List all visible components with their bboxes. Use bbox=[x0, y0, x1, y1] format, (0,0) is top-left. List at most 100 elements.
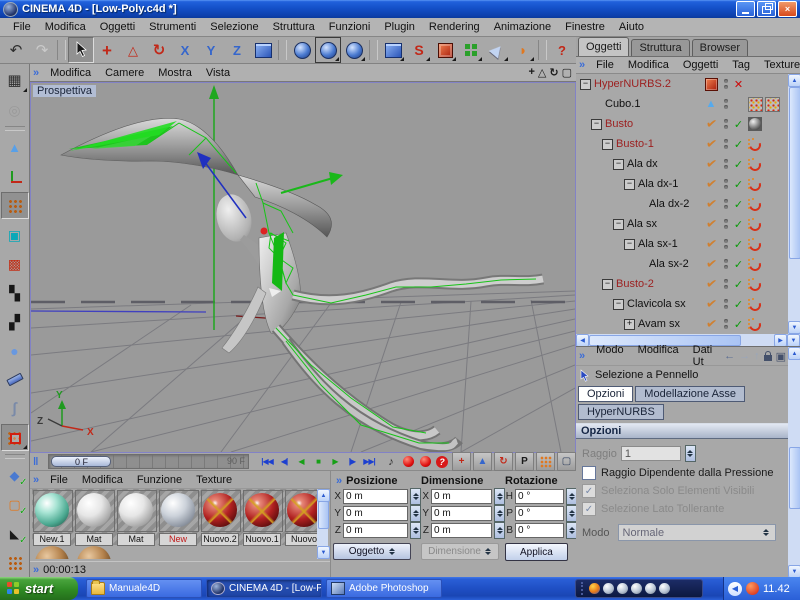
tree-row-ala-sx-2[interactable]: Ala sx-2✔✓ bbox=[576, 254, 788, 274]
expand-minus-icon[interactable]: − bbox=[624, 179, 635, 190]
enabled-check-icon[interactable]: ✓ bbox=[732, 318, 745, 331]
render-active-view-button[interactable] bbox=[315, 37, 341, 63]
ik-tag-icon[interactable] bbox=[748, 198, 761, 211]
taskbar-task-cinema-4d-low-po[interactable]: CINEMA 4D - [Low-Po... bbox=[206, 579, 322, 598]
tree-row-busto-1[interactable]: −Busto-1✔✓ bbox=[576, 134, 788, 154]
rotate-tool-button[interactable]: ↻ bbox=[146, 37, 172, 63]
visibility-dots[interactable] bbox=[720, 319, 732, 329]
ik-tag-icon[interactable] bbox=[748, 298, 761, 311]
redo-button[interactable]: ↷ bbox=[29, 37, 55, 63]
field-input[interactable]: 0 m bbox=[431, 506, 492, 521]
checkbox-seleziona-solo-elementi-visibili[interactable]: ✓ bbox=[582, 484, 596, 498]
field-input[interactable]: 0 m bbox=[343, 523, 408, 538]
ik-tag-icon[interactable] bbox=[748, 318, 761, 331]
field-input[interactable]: 0 m bbox=[431, 489, 492, 504]
play-button[interactable]: ▶ bbox=[327, 454, 343, 470]
field-stepper[interactable] bbox=[410, 488, 421, 505]
tree-row-busto[interactable]: −Busto✔✓ bbox=[576, 114, 788, 134]
key-parameter-button[interactable]: P bbox=[515, 452, 534, 471]
field-input[interactable]: 0 m bbox=[343, 489, 408, 504]
ik-tag-icon[interactable] bbox=[748, 178, 761, 191]
field-stepper[interactable] bbox=[494, 488, 505, 505]
tab-modellazione-asse[interactable]: Modellazione Asse bbox=[635, 386, 745, 402]
add-modeling-object-button[interactable] bbox=[458, 37, 484, 63]
menu-strumenti[interactable]: Strumenti bbox=[142, 19, 203, 35]
panel-icon[interactable]: ▣ bbox=[776, 350, 786, 363]
field-stepper[interactable] bbox=[494, 505, 505, 522]
radius-stepper[interactable] bbox=[685, 445, 696, 462]
tree-row-busto-2[interactable]: −Busto-2✔✓ bbox=[576, 274, 788, 294]
expand-minus-icon[interactable]: − bbox=[613, 219, 624, 230]
polygons-mode-button[interactable]: ▩ bbox=[1, 250, 29, 277]
live-selection-button[interactable] bbox=[68, 37, 94, 63]
eraser-tool-button[interactable] bbox=[1, 366, 29, 393]
key-pla-button[interactable] bbox=[536, 452, 555, 471]
material-nuovo-1[interactable]: Nuovo.1 bbox=[243, 490, 283, 544]
help-pointer-button[interactable]: ? bbox=[549, 37, 575, 63]
material-tag-icon[interactable] bbox=[748, 117, 762, 131]
window-titlebar[interactable]: CINEMA 4D - [Low-Poly.c4d *] × bbox=[0, 0, 800, 18]
zoom-view-icon[interactable]: △ bbox=[538, 66, 546, 79]
ik-chain-tool-button[interactable]: ∫ bbox=[1, 395, 29, 422]
play-reverse-button[interactable]: ◀ bbox=[293, 454, 309, 470]
ik-tag-icon[interactable] bbox=[748, 138, 761, 151]
goto-end-button[interactable]: ▶▶| bbox=[361, 454, 377, 470]
goto-start-button[interactable]: |◀◀ bbox=[259, 454, 275, 470]
add-primitive-button[interactable] bbox=[380, 37, 406, 63]
taskbar-task-manuale4d[interactable]: Manuale4D bbox=[86, 579, 202, 598]
viewport-menu-vista[interactable]: Vista bbox=[199, 65, 237, 81]
tab-struttura[interactable]: Struttura bbox=[631, 39, 689, 56]
texture-mode-button[interactable]: ▚ bbox=[1, 279, 29, 306]
field-input[interactable]: 0 ° bbox=[515, 523, 564, 538]
viewport-menu-camere[interactable]: Camere bbox=[98, 65, 151, 81]
enabled-check-icon[interactable]: ✓ bbox=[732, 158, 745, 171]
object-mode-button[interactable]: ● bbox=[1, 337, 29, 364]
expand-minus-icon[interactable]: − bbox=[602, 279, 613, 290]
field-stepper[interactable] bbox=[410, 522, 421, 539]
expand-minus-icon[interactable]: − bbox=[613, 159, 624, 170]
menu-selezione[interactable]: Selezione bbox=[203, 19, 265, 35]
add-light-button[interactable] bbox=[484, 37, 510, 63]
field-input[interactable]: 0 m bbox=[431, 523, 492, 538]
expand-minus-icon[interactable]: − bbox=[591, 119, 602, 130]
viewport-menu-mostra[interactable]: Mostra bbox=[151, 65, 199, 81]
nav-up-icon[interactable]: ↑ bbox=[754, 350, 760, 362]
texture-axis-mode-button[interactable]: ▞ bbox=[1, 308, 29, 335]
attribute-menu-modo[interactable]: Modo bbox=[589, 342, 631, 370]
record-active-objects-button[interactable] bbox=[417, 454, 433, 470]
menu-animazione[interactable]: Animazione bbox=[487, 19, 558, 35]
section-header[interactable]: Opzioni bbox=[576, 423, 800, 439]
menu-struttura[interactable]: Struttura bbox=[266, 19, 322, 35]
menu-rendering[interactable]: Rendering bbox=[422, 19, 487, 35]
material-thumbnail-partial-1[interactable] bbox=[76, 546, 114, 559]
visibility-dots[interactable] bbox=[720, 179, 732, 189]
enabled-check-icon[interactable]: ✓ bbox=[732, 258, 745, 271]
render-settings-button[interactable] bbox=[341, 37, 367, 63]
disabled-x-icon[interactable]: ✕ bbox=[732, 78, 745, 91]
record-keyframe-button[interactable] bbox=[400, 454, 416, 470]
field-input[interactable]: 0 ° bbox=[515, 506, 564, 521]
snap-particles-button[interactable] bbox=[1, 549, 29, 576]
current-frame-slider[interactable]: 0 F bbox=[51, 456, 111, 467]
field-input[interactable]: 0 m bbox=[343, 506, 408, 521]
edges-mode-button[interactable]: ▣ bbox=[1, 221, 29, 248]
make-editable-button[interactable]: ▦ bbox=[1, 67, 29, 94]
menu-oggetti[interactable]: Oggetti bbox=[93, 19, 142, 35]
prev-key-button[interactable]: ◀| bbox=[276, 454, 292, 470]
lock-x-axis-button[interactable]: X bbox=[172, 37, 198, 63]
palette-handle-icon[interactable]: ‖ bbox=[30, 456, 42, 468]
applica-button[interactable]: Applica bbox=[505, 543, 568, 561]
material-menu-funzione[interactable]: Funzione bbox=[130, 472, 189, 488]
snap-grid-button[interactable]: ▢✓ bbox=[1, 491, 29, 518]
minimize-button[interactable] bbox=[736, 1, 755, 17]
tree-row-clavicola-sx[interactable]: −Clavicola sx✔✓ bbox=[576, 294, 788, 314]
render-view-button[interactable] bbox=[289, 37, 315, 63]
close-button[interactable]: × bbox=[778, 1, 797, 17]
move-tool-button[interactable]: + bbox=[94, 37, 120, 63]
tree-row-hypernurbs-2[interactable]: −HyperNURBS.2✕ bbox=[576, 74, 788, 94]
material-menu-modifica[interactable]: Modifica bbox=[75, 472, 130, 488]
taskbar-task-adobe-photoshop[interactable]: Adobe Photoshop bbox=[326, 579, 442, 598]
material-menu-file[interactable]: File bbox=[43, 472, 75, 488]
expand-minus-icon[interactable]: − bbox=[624, 239, 635, 250]
visibility-dots[interactable] bbox=[720, 159, 732, 169]
